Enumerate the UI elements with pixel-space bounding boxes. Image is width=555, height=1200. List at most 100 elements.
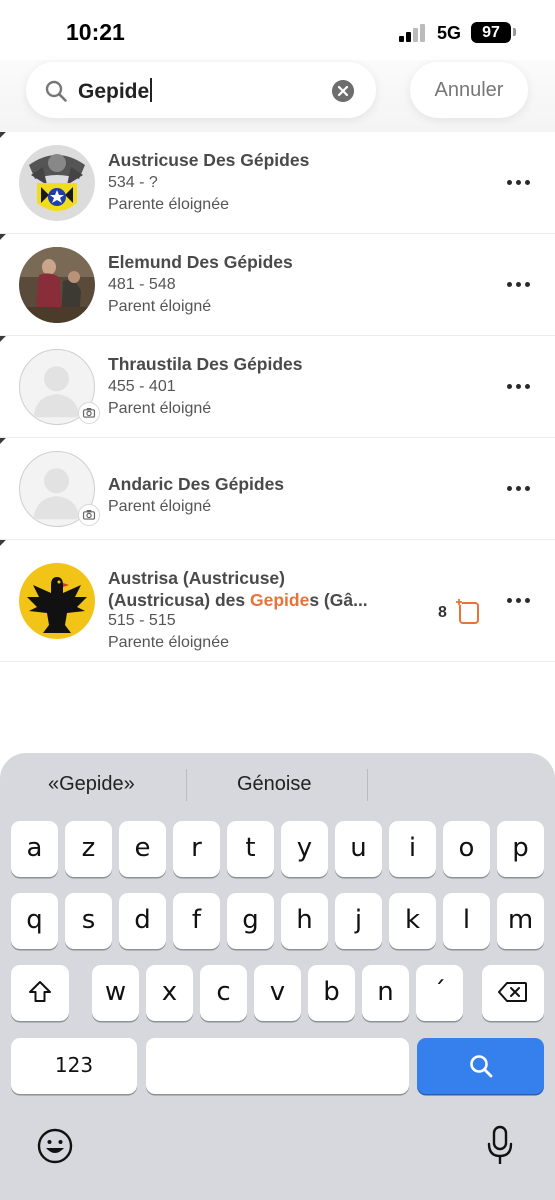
suggestion-bar: «Gepide» Génoise bbox=[0, 765, 555, 805]
battery-icon: 97 bbox=[471, 22, 511, 43]
corner-marker bbox=[0, 234, 21, 244]
key[interactable]: k bbox=[389, 893, 436, 949]
search-key-icon bbox=[469, 1055, 492, 1078]
person-name-line1: Austrisa (Austricuse) bbox=[108, 568, 285, 588]
key[interactable]: o bbox=[443, 821, 490, 877]
more-options-icon[interactable] bbox=[507, 598, 535, 606]
avatar-placeholder bbox=[19, 451, 100, 527]
key[interactable]: l bbox=[443, 893, 490, 949]
backspace-icon bbox=[498, 982, 527, 1002]
corner-marker bbox=[0, 132, 21, 142]
person-name-line2: (Austricusa) des Gepides (Gâ... bbox=[108, 589, 398, 611]
key[interactable]: n bbox=[362, 965, 409, 1021]
search-input[interactable]: Gepide bbox=[78, 78, 153, 104]
avatar-placeholder bbox=[19, 349, 100, 425]
key[interactable]: t bbox=[227, 821, 274, 877]
key[interactable]: h bbox=[281, 893, 328, 949]
more-options-icon[interactable] bbox=[507, 384, 535, 392]
shift-key[interactable] bbox=[11, 965, 69, 1021]
keyboard: «Gepide» Génoise a z e r t y u i o p q s… bbox=[0, 753, 555, 1200]
search-field[interactable]: Gepide bbox=[26, 62, 376, 118]
status-time: 10:21 bbox=[66, 19, 125, 45]
results-list: Austricuse Des Gépides 534 - ? Parente é… bbox=[0, 132, 555, 662]
text-caret bbox=[150, 78, 153, 102]
key[interactable]: a bbox=[11, 821, 58, 877]
list-item[interactable]: Austrisa (Austricuse) (Austricusa) des G… bbox=[0, 540, 555, 662]
person-relation: Parente éloignée bbox=[108, 196, 229, 213]
clear-search-icon[interactable] bbox=[332, 80, 354, 102]
microphone-icon[interactable] bbox=[486, 1124, 514, 1168]
key[interactable]: c bbox=[200, 965, 247, 1021]
list-item[interactable]: Austricuse Des Gépides 534 - ? Parente é… bbox=[0, 132, 555, 234]
space-key[interactable] bbox=[146, 1038, 409, 1094]
name-part: (Austricusa) des bbox=[108, 590, 250, 610]
list-item[interactable]: Thraustila Des Gépides 455 - 401 Parent … bbox=[0, 336, 555, 438]
person-dates: 515 - 515 bbox=[108, 612, 176, 629]
corner-marker bbox=[0, 540, 21, 550]
key[interactable]: ´ bbox=[416, 965, 463, 1021]
avatar-painting bbox=[19, 247, 95, 323]
key[interactable]: q bbox=[11, 893, 58, 949]
more-options-icon[interactable] bbox=[507, 486, 535, 494]
person-relation: Parent éloigné bbox=[108, 400, 212, 417]
more-options-icon[interactable] bbox=[507, 282, 535, 290]
key[interactable]: w bbox=[92, 965, 139, 1021]
shift-icon bbox=[29, 981, 51, 1002]
key[interactable]: e bbox=[119, 821, 166, 877]
numbers-key[interactable]: 123 bbox=[11, 1038, 137, 1094]
key[interactable]: y bbox=[281, 821, 328, 877]
person-dates: 455 - 401 bbox=[108, 378, 176, 395]
emoji-icon[interactable] bbox=[36, 1127, 74, 1165]
person-relation: Parent éloigné bbox=[108, 298, 212, 315]
corner-marker bbox=[0, 336, 21, 346]
person-name: Austrisa (Austricuse) (Austricusa) des G… bbox=[108, 567, 398, 611]
status-bar: 10:21 5G 97 bbox=[0, 0, 555, 62]
camera-icon[interactable] bbox=[78, 402, 100, 424]
key[interactable]: g bbox=[227, 893, 274, 949]
media-icon[interactable] bbox=[455, 598, 481, 626]
name-highlight: Gepide bbox=[249, 590, 310, 610]
signal-icon bbox=[399, 24, 425, 42]
more-options-icon[interactable] bbox=[507, 180, 535, 188]
suggestion-item[interactable]: Génoise bbox=[237, 773, 312, 796]
suggestion-item[interactable]: «Gepide» bbox=[48, 773, 135, 796]
key[interactable]: m bbox=[497, 893, 544, 949]
person-name: Elemund Des Gépides bbox=[108, 252, 293, 272]
suggestion-divider bbox=[367, 769, 368, 801]
network-type: 5G bbox=[437, 23, 462, 43]
search-query: Gepide bbox=[78, 80, 150, 103]
search-key[interactable] bbox=[417, 1038, 544, 1094]
person-dates: 534 - ? bbox=[108, 174, 158, 191]
camera-icon[interactable] bbox=[78, 504, 100, 526]
person-name: Andaric Des Gépides bbox=[108, 474, 285, 494]
suggestion-divider bbox=[186, 769, 187, 801]
battery-nub bbox=[513, 28, 516, 36]
person-name: Thraustila Des Gépides bbox=[108, 354, 303, 374]
person-relation: Parente éloignée bbox=[108, 634, 229, 651]
avatar-eagle-arms bbox=[19, 563, 95, 639]
person-name: Austricuse Des Gépides bbox=[108, 150, 310, 170]
list-item[interactable]: Andaric Des Gépides Parent éloigné bbox=[0, 438, 555, 540]
name-part: s (Gâ... bbox=[309, 590, 368, 610]
search-header: Gepide Annuler bbox=[0, 60, 555, 132]
list-item[interactable]: Elemund Des Gépides 481 - 548 Parent élo… bbox=[0, 234, 555, 336]
key[interactable]: i bbox=[389, 821, 436, 877]
key[interactable]: z bbox=[65, 821, 112, 877]
key[interactable]: j bbox=[335, 893, 382, 949]
avatar-coat-of-arms bbox=[19, 145, 95, 221]
key[interactable]: d bbox=[119, 893, 166, 949]
key[interactable]: f bbox=[173, 893, 220, 949]
cancel-button[interactable]: Annuler bbox=[410, 62, 528, 118]
key[interactable]: u bbox=[335, 821, 382, 877]
person-relation: Parent éloigné bbox=[108, 498, 212, 515]
key[interactable]: b bbox=[308, 965, 355, 1021]
search-icon bbox=[45, 80, 67, 102]
person-dates: 481 - 548 bbox=[108, 276, 176, 293]
key[interactable]: x bbox=[146, 965, 193, 1021]
key[interactable]: r bbox=[173, 821, 220, 877]
key[interactable]: v bbox=[254, 965, 301, 1021]
key[interactable]: p bbox=[497, 821, 544, 877]
media-count: 8 bbox=[438, 604, 447, 621]
backspace-key[interactable] bbox=[482, 965, 544, 1021]
key[interactable]: s bbox=[65, 893, 112, 949]
